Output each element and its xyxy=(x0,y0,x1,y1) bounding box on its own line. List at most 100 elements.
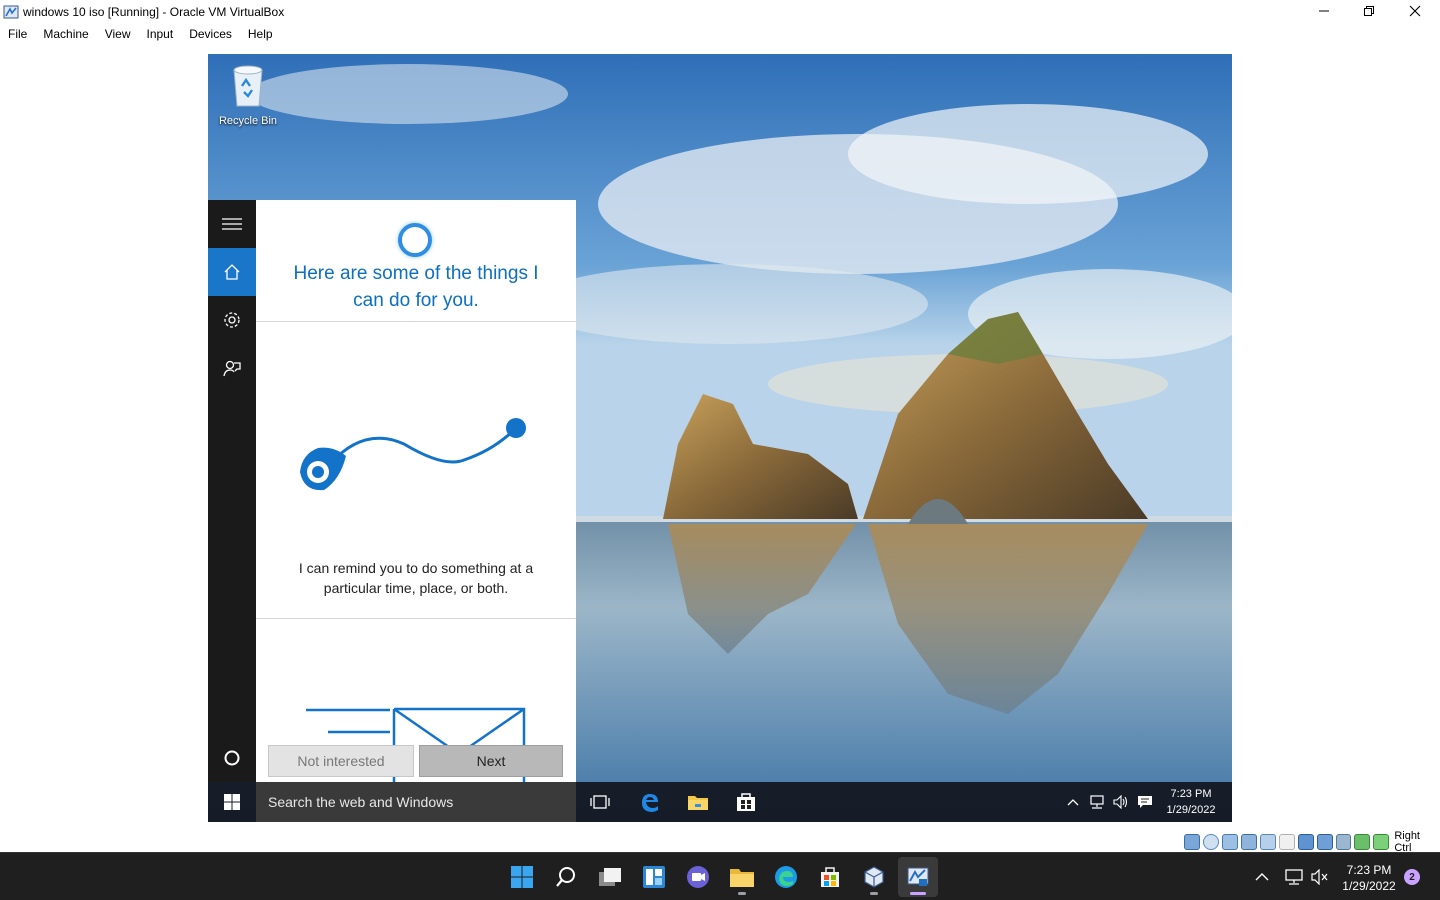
cortana-circle-icon xyxy=(224,750,240,766)
edge-icon xyxy=(775,866,797,888)
restore-icon xyxy=(1364,6,1374,16)
host-task-view-button[interactable] xyxy=(590,857,630,897)
task-view-icon xyxy=(599,868,621,886)
network-adapter-icon[interactable] xyxy=(1240,834,1257,850)
widgets-icon xyxy=(643,866,665,888)
menu-view[interactable]: View xyxy=(97,27,139,41)
host-show-hidden-icons-button[interactable] xyxy=(1248,857,1276,897)
virtualbox-cube-icon xyxy=(864,866,884,888)
windows-logo-icon xyxy=(224,794,240,810)
close-icon xyxy=(1409,5,1421,17)
close-button[interactable] xyxy=(1392,0,1438,22)
optical-drive-icon[interactable] xyxy=(1202,834,1219,850)
menu-file[interactable]: File xyxy=(0,27,35,41)
cortana-heading: Here are some of the things I can do for… xyxy=(293,263,539,311)
guest-clock[interactable]: 7:23 PM 1/29/2022 xyxy=(1158,786,1224,818)
cortana-settings-button[interactable] xyxy=(208,296,256,344)
host-store-button[interactable] xyxy=(810,857,850,897)
network-icon xyxy=(1285,869,1303,885)
menu-machine[interactable]: Machine xyxy=(35,27,96,41)
edge-icon xyxy=(642,794,658,812)
guest-search-box[interactable]: Search the web and Windows xyxy=(256,782,576,822)
notification-badge[interactable]: 2 xyxy=(1404,869,1420,885)
widgets-button[interactable] xyxy=(634,857,674,897)
running-indicator xyxy=(870,892,878,895)
host-start-button[interactable] xyxy=(502,857,542,897)
host-taskbar: 7:23 PM 1/29/2022 2 xyxy=(0,852,1440,900)
minimize-icon xyxy=(1319,10,1329,12)
hamburger-icon xyxy=(222,218,242,230)
network-button[interactable] xyxy=(1086,782,1108,822)
guest-start-button[interactable] xyxy=(208,782,256,822)
store-button[interactable] xyxy=(722,782,770,822)
cortana-button[interactable] xyxy=(208,734,256,782)
display-icon[interactable] xyxy=(1297,834,1314,850)
shared-folders-icon[interactable] xyxy=(1278,834,1295,850)
guest-date: 1/29/2022 xyxy=(1166,804,1216,816)
edge-button[interactable] xyxy=(626,782,674,822)
reminder-card: I can remind you to do something at a pa… xyxy=(256,322,576,619)
virtualbox-vm-button[interactable] xyxy=(898,857,938,897)
host-edge-button[interactable] xyxy=(766,857,806,897)
folder-icon xyxy=(688,796,708,810)
action-center-icon xyxy=(1138,796,1152,808)
minimize-button[interactable] xyxy=(1301,0,1347,22)
host-date: 1/29/2022 xyxy=(1342,879,1396,893)
video-capture-icon[interactable] xyxy=(1316,834,1333,850)
menu-input[interactable]: Input xyxy=(139,27,182,41)
host-search-button[interactable] xyxy=(546,857,586,897)
menu-devices[interactable]: Devices xyxy=(181,27,240,41)
not-interested-button[interactable]: Not interested xyxy=(268,745,414,777)
teams-chat-button[interactable] xyxy=(678,857,718,897)
chevron-up-icon xyxy=(1067,799,1079,806)
network-icon xyxy=(1090,795,1104,809)
chevron-up-icon xyxy=(1255,873,1269,881)
host-clock[interactable]: 7:23 PM 1/29/2022 xyxy=(1336,862,1402,894)
show-hidden-icons-button[interactable] xyxy=(1062,782,1084,822)
home-icon xyxy=(224,264,240,280)
folder-icon xyxy=(730,869,754,887)
virtualbox-manager-button[interactable] xyxy=(854,857,894,897)
cortana-ring-icon xyxy=(398,223,432,257)
title-bar: windows 10 iso [Running] - Oracle VM Vir… xyxy=(0,0,1440,23)
host-time: 7:23 PM xyxy=(1346,863,1392,877)
host-volume-button[interactable] xyxy=(1306,857,1334,897)
desktop-icon-recycle-bin[interactable]: Recycle Bin xyxy=(216,62,280,127)
volume-button[interactable] xyxy=(1110,782,1132,822)
action-center-button[interactable] xyxy=(1134,782,1156,822)
menu-help[interactable]: Help xyxy=(240,27,281,41)
virtualbox-app-icon xyxy=(3,5,19,18)
audio-icon[interactable] xyxy=(1221,834,1238,850)
guest-display[interactable]: Recycle Bin Here are some of the things … xyxy=(208,54,1232,822)
restore-button[interactable] xyxy=(1346,0,1392,22)
usb-icon[interactable] xyxy=(1259,834,1276,850)
host-key-label: Right Ctrl xyxy=(1394,830,1420,854)
cpu-icon[interactable] xyxy=(1335,834,1352,850)
menu-bar: File Machine View Input Devices Help xyxy=(0,24,281,44)
file-explorer-button[interactable] xyxy=(674,782,722,822)
task-view-button[interactable] xyxy=(576,782,624,822)
window-title: windows 10 iso [Running] - Oracle VM Vir… xyxy=(23,4,285,19)
store-icon xyxy=(821,867,839,887)
search-icon xyxy=(556,867,575,887)
recycle-bin-icon xyxy=(233,65,263,107)
host-file-explorer-button[interactable] xyxy=(722,857,762,897)
cortana-home-button[interactable] xyxy=(208,248,256,296)
running-indicator xyxy=(738,892,746,895)
running-indicator xyxy=(910,892,926,895)
mouse-integration-icon[interactable] xyxy=(1373,834,1390,850)
guest-additions-icon[interactable] xyxy=(1354,834,1371,850)
chat-icon xyxy=(687,866,709,888)
settings-icon xyxy=(224,312,240,328)
cortana-header: Here are some of the things I can do for… xyxy=(256,200,576,322)
cortana-rail xyxy=(208,200,256,782)
hard-disk-icon[interactable] xyxy=(1184,834,1200,850)
store-icon xyxy=(737,793,755,811)
next-button[interactable]: Next xyxy=(419,745,563,777)
guest-time: 7:23 PM xyxy=(1170,788,1212,800)
host-network-button[interactable] xyxy=(1280,857,1308,897)
cortana-menu-button[interactable] xyxy=(208,200,256,248)
cortana-feedback-button[interactable] xyxy=(208,344,256,392)
windows11-logo-icon xyxy=(511,866,533,888)
task-view-icon xyxy=(590,795,610,809)
